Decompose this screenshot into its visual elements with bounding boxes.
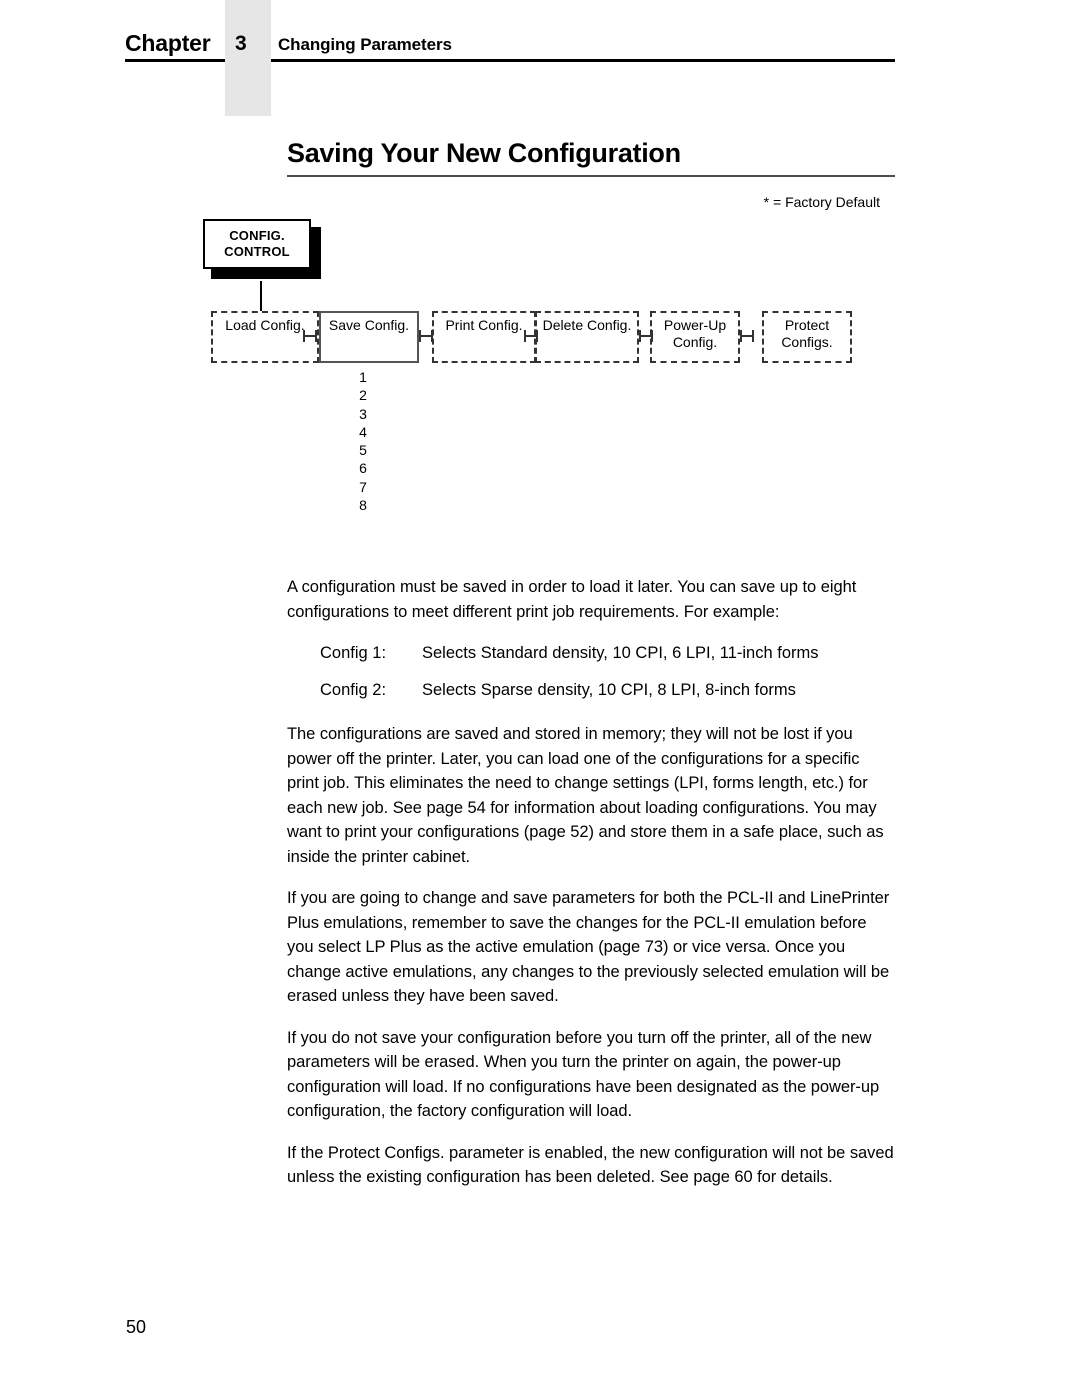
paragraph-protect-configs: If the Protect Configs. parameter is ena… <box>287 1143 894 1187</box>
config-number: 6 <box>359 460 367 477</box>
menu-box-label: Protect Configs. <box>781 317 833 351</box>
config-example-1-label: Config 1: <box>320 644 387 662</box>
page-title: Saving Your New Configuration <box>287 138 681 168</box>
menu-box-connector-5 <box>740 330 754 342</box>
menu-box-delete-config[interactable]: Delete Config. <box>535 311 639 363</box>
config-number: 5 <box>359 442 367 459</box>
factory-default-note: * = Factory Default <box>763 194 880 210</box>
config-number: 2 <box>359 387 367 404</box>
header-chapter-number: 3 <box>235 32 247 55</box>
menu-box-label: Print Config. <box>445 317 523 333</box>
config-example-1-text: Selects Standard density, 10 CPI, 6 LPI,… <box>422 644 819 662</box>
config-number: 4 <box>359 423 367 440</box>
menu-box-connector-1 <box>303 330 317 342</box>
menu-box-connector-2 <box>419 330 433 342</box>
menu-box-label: Load Config. <box>225 317 305 333</box>
header-chapter-title: Changing Parameters <box>278 35 452 54</box>
page-title-rule <box>287 175 895 177</box>
config-number: 7 <box>359 478 367 495</box>
paragraph-power-off: If you do not save your configuration be… <box>287 1028 880 1121</box>
root-box-line-2: CONTROL <box>224 244 290 259</box>
menu-box-label: Delete Config. <box>542 317 632 333</box>
paragraph-intro: A configuration must be saved in order t… <box>287 578 857 621</box>
menu-box-label: Power-Up Config. <box>663 317 727 351</box>
config-number: 1 <box>359 369 367 385</box>
menu-box-connector-3 <box>524 330 538 342</box>
header-rule-left <box>125 59 225 62</box>
menu-box-connector-4 <box>639 330 653 342</box>
menu-box-print-config[interactable]: Print Config. <box>432 311 536 363</box>
root-box-line-1: CONFIG. <box>229 227 285 243</box>
header-rule-right <box>271 59 895 62</box>
menu-box-save-config[interactable]: Save Config. <box>319 311 419 363</box>
config-number: 3 <box>359 405 367 422</box>
config-control-menu-diagram: CONFIG. CONTROL Load Config. Save Config.… <box>195 215 895 515</box>
paragraph-emulations: If you are going to change and save para… <box>287 889 890 1005</box>
menu-box-protect-configs[interactable]: Protect Configs. <box>762 311 852 363</box>
config-example-2-text: Selects Sparse density, 10 CPI, 8 LPI, 8… <box>422 680 796 699</box>
config-example-1: Config 1: Selects Standard density, 10 C… <box>287 641 895 666</box>
root-box-config-control: CONFIG. CONTROL <box>203 219 311 269</box>
config-example-2-label: Config 2: <box>320 680 387 699</box>
running-header: Chapter 3 Changing Parameters <box>125 30 895 70</box>
page-number: 50 <box>126 1317 147 1337</box>
body-copy: A configuration must be saved in order t… <box>287 575 895 1207</box>
menu-box-label: Save Config. <box>328 317 410 333</box>
header-chapter-word: Chapter <box>125 30 211 56</box>
paragraph-storage: The configurations are saved and stored … <box>287 725 884 866</box>
config-example-2: Config 2: Selects Sparse density, 10 CPI… <box>287 678 895 703</box>
config-number: 8 <box>359 497 367 514</box>
menu-box-power-up-config[interactable]: Power-Up Config. <box>650 311 740 363</box>
config-number-list: 1 234 567 8 <box>343 368 383 514</box>
